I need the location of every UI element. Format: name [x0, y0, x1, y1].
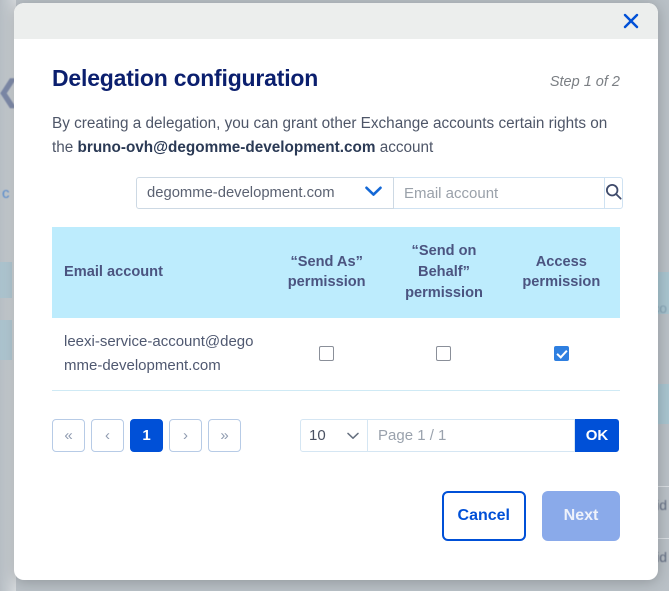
page-size-select-wrapper: 10 [300, 419, 368, 452]
dialog-actions: Cancel Next [52, 491, 620, 541]
backdrop-ghost-label-1: c [2, 185, 10, 202]
pagination-controls: 10 OK [300, 419, 619, 452]
cell-send-on-behalf [385, 318, 502, 391]
intro-account-email: bruno-ovh@degomme-development.com [78, 139, 376, 156]
pagination-next-button[interactable]: › [169, 419, 202, 452]
send-as-checkbox[interactable] [319, 346, 334, 361]
pagination-first-button[interactable]: « [52, 419, 85, 452]
pagination-last-button[interactable]: » [208, 419, 241, 452]
email-search-input[interactable] [394, 177, 604, 209]
cell-send-as [268, 318, 385, 391]
column-header-send-as: “Send As” permission [268, 227, 385, 317]
dialog-header-row: Delegation configuration Step 1 of 2 [52, 39, 620, 92]
permissions-table: Email account “Send As” permission “Send… [52, 227, 620, 391]
close-icon[interactable] [616, 6, 646, 36]
page-ok-button[interactable]: OK [575, 419, 619, 452]
column-header-send-on-behalf: “Send on Behalf” permission [385, 227, 502, 317]
access-checkbox[interactable] [554, 346, 569, 361]
intro-description: By creating a delegation, you can grant … [52, 112, 620, 159]
step-indicator: Step 1 of 2 [550, 74, 620, 90]
column-header-email: Email account [52, 227, 268, 317]
backdrop-ghost-block-4 [657, 384, 669, 424]
permissions-table-body: leexi-service-account@degomme-developmen… [52, 318, 620, 391]
pagination-prev-button[interactable]: ‹ [91, 419, 124, 452]
domain-select-wrapper: degomme-development.com [136, 177, 394, 209]
intro-text-after: account [375, 139, 433, 156]
delegation-configuration-dialog: Delegation configuration Step 1 of 2 By … [14, 3, 658, 580]
domain-select[interactable]: degomme-development.com [136, 177, 394, 209]
page-jump-input[interactable] [368, 419, 575, 452]
table-header-row: Email account “Send As” permission “Send… [52, 227, 620, 317]
dialog-body: Delegation configuration Step 1 of 2 By … [14, 39, 658, 541]
pagination-bar: « ‹ 1 › » 10 OK [52, 419, 620, 452]
send-on-behalf-checkbox[interactable] [436, 346, 451, 361]
backdrop-ghost-block-3 [657, 272, 669, 314]
page-size-select[interactable]: 10 [300, 419, 368, 452]
cell-email-account: leexi-service-account@degomme-developmen… [52, 318, 268, 391]
dialog-titlebar [14, 3, 658, 39]
search-button[interactable] [604, 177, 623, 209]
column-header-access: Access permission [503, 227, 620, 317]
table-row: leexi-service-account@degomme-developmen… [52, 318, 620, 391]
backdrop-ghost-block-1 [0, 262, 12, 298]
search-icon [605, 183, 622, 203]
next-button[interactable]: Next [542, 491, 620, 541]
page-title: Delegation configuration [52, 65, 318, 92]
pagination-page-1-button[interactable]: 1 [130, 419, 163, 452]
pagination-buttons: « ‹ 1 › » [52, 419, 241, 452]
cancel-button[interactable]: Cancel [442, 491, 526, 541]
account-search-row: degomme-development.com [52, 177, 620, 209]
backdrop-ghost-block-2 [0, 320, 12, 360]
cell-access [503, 318, 620, 391]
permissions-table-head: Email account “Send As” permission “Send… [52, 227, 620, 317]
